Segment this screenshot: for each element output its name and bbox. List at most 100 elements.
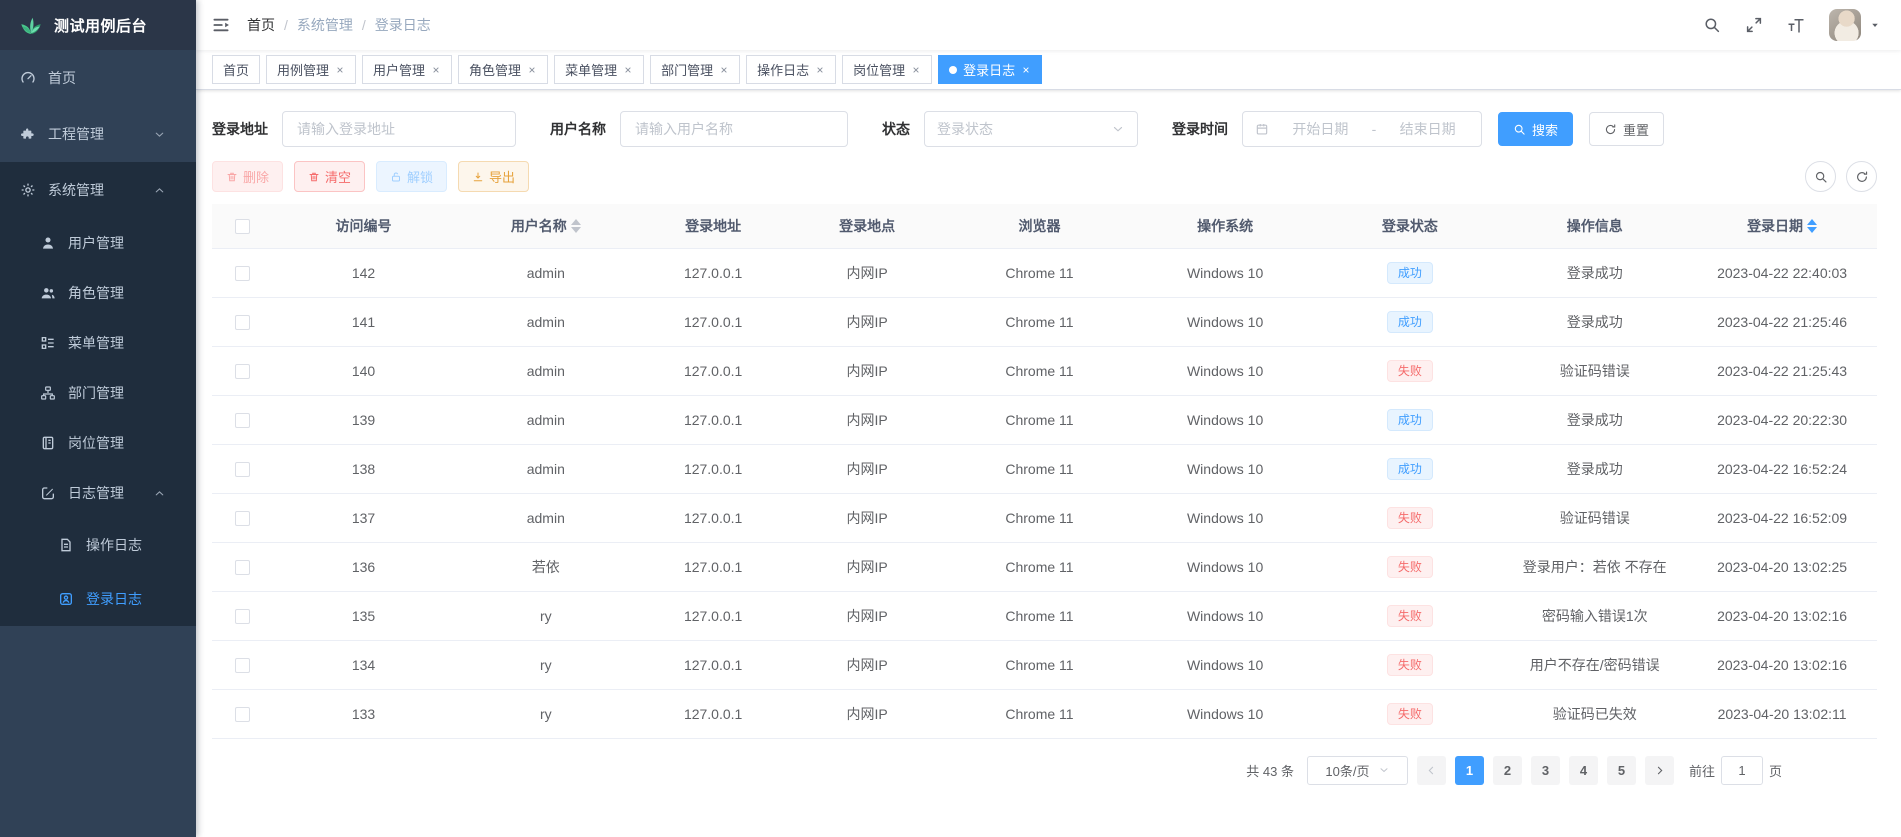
show-search-button[interactable] <box>1805 161 1836 192</box>
hamburger-icon[interactable] <box>211 15 231 35</box>
search-button[interactable]: 搜索 <box>1498 112 1574 146</box>
login-log-icon <box>58 591 74 607</box>
close-icon[interactable] <box>623 65 633 75</box>
header-search-icon[interactable] <box>1703 16 1721 34</box>
users-icon <box>40 285 56 301</box>
font-size-icon[interactable] <box>1787 16 1805 34</box>
cell-os: Windows 10 <box>1132 395 1318 445</box>
chevron-up-icon <box>153 487 166 500</box>
next-page-button[interactable] <box>1644 755 1674 785</box>
row-checkbox[interactable] <box>235 412 251 428</box>
sidebar-item-post[interactable]: 岗位管理 <box>0 418 196 468</box>
close-icon[interactable] <box>527 65 537 75</box>
sidebar-item-system[interactable]: 系统管理 <box>0 162 196 218</box>
sidebar-item-user[interactable]: 用户管理 <box>0 218 196 268</box>
sidebar-item-logininfor[interactable]: 登录日志 <box>0 572 196 626</box>
tab-usecase[interactable]: 用例管理 <box>266 55 357 84</box>
sidebar-item-role[interactable]: 角色管理 <box>0 268 196 318</box>
export-button[interactable]: 导出 <box>458 161 530 192</box>
fullscreen-icon[interactable] <box>1745 16 1763 34</box>
table-row[interactable]: 140 admin 127.0.0.1 内网IP Chrome 11 Windows 10… <box>212 346 1877 396</box>
page-button-1[interactable]: 1 <box>1454 755 1484 785</box>
unlock-button[interactable]: 解锁 <box>376 161 448 192</box>
page-button-5[interactable]: 5 <box>1606 755 1636 785</box>
table-row[interactable]: 135 ry 127.0.0.1 内网IP Chrome 11 Windows 10 失败 密… <box>212 591 1877 641</box>
tab-user[interactable]: 用户管理 <box>362 55 453 84</box>
page-button-2[interactable]: 2 <box>1492 755 1522 785</box>
prev-page-button[interactable] <box>1416 755 1446 785</box>
reset-button[interactable]: 重置 <box>1589 112 1665 146</box>
breadcrumb-home[interactable]: 首页 <box>247 15 275 35</box>
date-range-picker[interactable]: 开始日期 - 结束日期 <box>1242 111 1482 147</box>
sort-caret[interactable] <box>570 218 581 233</box>
sidebar-item-project[interactable]: 工程管理 <box>0 106 196 162</box>
tab-role[interactable]: 角色管理 <box>458 55 549 84</box>
row-checkbox[interactable] <box>235 314 251 330</box>
cell-address: 127.0.0.1 <box>638 297 789 347</box>
app-logo[interactable]: 测试用例后台 <box>0 0 196 50</box>
close-icon[interactable] <box>431 65 441 75</box>
table-row[interactable]: 137 admin 127.0.0.1 内网IP Chrome 11 Windows 10… <box>212 493 1877 543</box>
tab-dept[interactable]: 部门管理 <box>650 55 741 84</box>
row-checkbox[interactable] <box>235 608 251 624</box>
toolbar-corner <box>1805 161 1877 192</box>
page-button-3[interactable]: 3 <box>1530 755 1560 785</box>
cell-browser: Chrome 11 <box>946 689 1133 739</box>
search-icon <box>1513 123 1526 136</box>
sidebar-item-log[interactable]: 日志管理 <box>0 468 196 518</box>
goto-page-input[interactable] <box>1720 755 1763 785</box>
row-checkbox[interactable] <box>235 559 251 575</box>
column-header[interactable]: 用户名称 <box>453 204 639 249</box>
tab-menu[interactable]: 菜单管理 <box>554 55 645 84</box>
close-icon[interactable] <box>1021 65 1031 75</box>
cell-message: 验证码错误 <box>1502 346 1688 396</box>
row-checkbox[interactable] <box>235 461 251 477</box>
close-icon[interactable] <box>719 65 729 75</box>
table-row[interactable]: 141 admin 127.0.0.1 内网IP Chrome 11 Windows 10… <box>212 297 1877 347</box>
chevron-down-icon <box>1111 122 1125 136</box>
table-row[interactable]: 133 ry 127.0.0.1 内网IP Chrome 11 Windows 10 失败 验… <box>212 689 1877 739</box>
row-checkbox[interactable] <box>235 706 251 722</box>
cell-os: Windows 10 <box>1132 591 1318 641</box>
delete-button[interactable]: 删除 <box>212 161 284 192</box>
pager: 12345 <box>1416 755 1674 785</box>
row-checkbox[interactable] <box>235 657 251 673</box>
close-icon[interactable] <box>911 65 921 75</box>
user-menu[interactable] <box>1829 9 1881 41</box>
sidebar-item-operlog[interactable]: 操作日志 <box>0 518 196 572</box>
tab-home[interactable]: 首页 <box>212 55 261 84</box>
login-address-input[interactable] <box>282 111 516 147</box>
refresh-table-button[interactable] <box>1846 161 1877 192</box>
plant-logo-icon <box>18 12 44 38</box>
sidebar-item-home[interactable]: 首页 <box>0 50 196 106</box>
status-select[interactable]: 登录状态 <box>924 111 1138 147</box>
close-icon[interactable] <box>335 65 345 75</box>
close-icon[interactable] <box>815 65 825 75</box>
clean-button[interactable]: 清空 <box>294 161 366 192</box>
table-row[interactable]: 138 admin 127.0.0.1 内网IP Chrome 11 Windows 10… <box>212 444 1877 494</box>
table-row[interactable]: 134 ry 127.0.0.1 内网IP Chrome 11 Windows 10 失败 用… <box>212 640 1877 690</box>
username-input[interactable] <box>620 111 848 147</box>
page-button-4[interactable]: 4 <box>1568 755 1598 785</box>
table-row[interactable]: 136 若依 127.0.0.1 内网IP Chrome 11 Windows 10 失败 登… <box>212 542 1877 592</box>
table-row[interactable]: 142 admin 127.0.0.1 内网IP Chrome 11 Windows 10… <box>212 248 1877 298</box>
select-all-checkbox[interactable] <box>235 219 251 235</box>
sort-caret[interactable] <box>1807 218 1818 233</box>
table-row[interactable]: 139 admin 127.0.0.1 内网IP Chrome 11 Windows 10… <box>212 395 1877 445</box>
caret-down-icon <box>1869 19 1881 31</box>
sidebar-item-dept[interactable]: 部门管理 <box>0 368 196 418</box>
tab-operlog[interactable]: 操作日志 <box>746 55 837 84</box>
page-size-select[interactable]: 10条/页 <box>1306 755 1408 785</box>
tab-logininfor[interactable]: 登录日志 <box>938 55 1043 84</box>
puzzle-icon <box>20 126 36 142</box>
row-checkbox[interactable] <box>235 510 251 526</box>
sidebar-item-menu[interactable]: 菜单管理 <box>0 318 196 368</box>
tab-post[interactable]: 岗位管理 <box>842 55 933 84</box>
cell-user: admin <box>453 346 639 396</box>
status-badge: 成功 <box>1386 310 1433 333</box>
avatar[interactable] <box>1829 9 1861 41</box>
status-badge: 失败 <box>1386 604 1433 627</box>
column-header[interactable]: 登录日期 <box>1687 204 1877 249</box>
row-checkbox[interactable] <box>235 363 251 379</box>
row-checkbox[interactable] <box>235 265 251 281</box>
